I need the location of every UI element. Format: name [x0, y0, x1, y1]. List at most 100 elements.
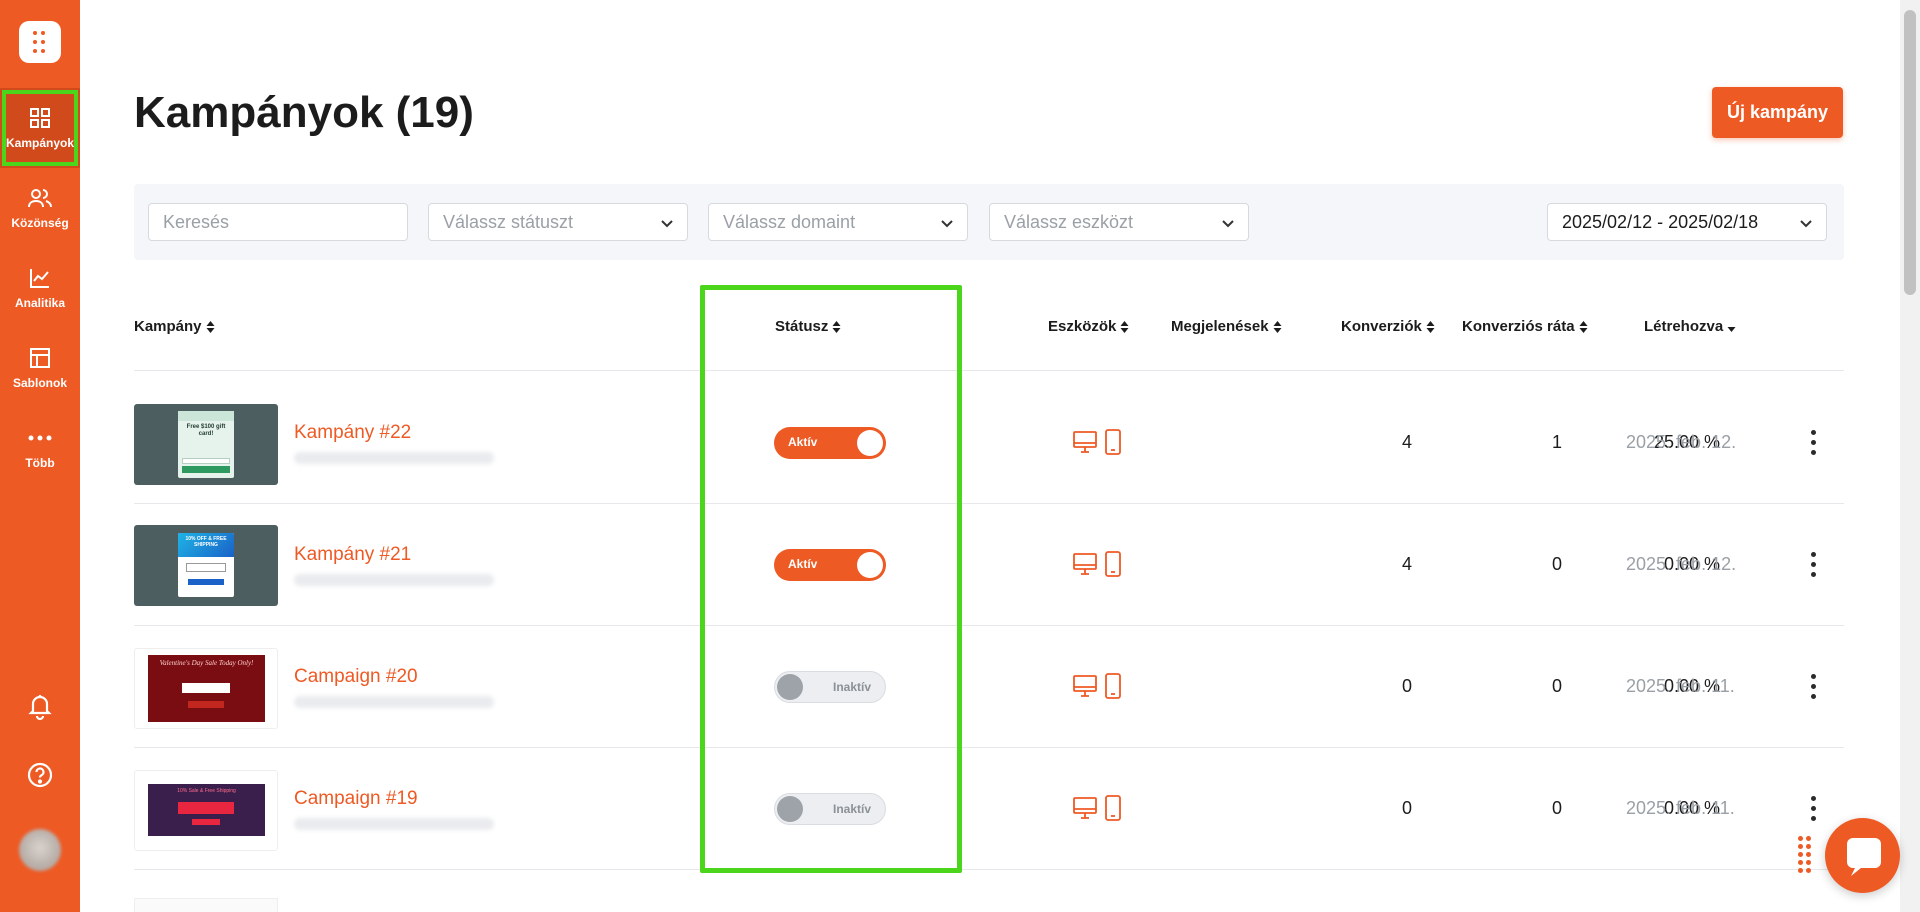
campaign-name-link[interactable]: Kampány #21 [294, 544, 411, 566]
sidebar-item-label: Közönség [11, 216, 69, 230]
desktop-icon [1073, 553, 1097, 575]
chevron-down-icon [941, 220, 953, 228]
sidebar-item-templates[interactable]: Sablonok [0, 328, 80, 408]
header-divider [134, 370, 1844, 371]
table-row: Free $100 gift card! Kampány #22 Aktív 4… [134, 382, 1844, 504]
campaign-thumbnail[interactable]: 10% Sale & Free Shipping [134, 770, 278, 851]
column-header-devices[interactable]: Eszközök [1048, 318, 1129, 335]
sidebar-item-audience[interactable]: Közönség [0, 168, 80, 248]
campaign-name-link[interactable]: Campaign #20 [294, 666, 418, 688]
sidebar-item-more[interactable]: Több [0, 408, 80, 488]
desktop-icon [1073, 797, 1097, 819]
sidebar-item-label: Analitika [14, 296, 65, 310]
date-range-select[interactable]: 2025/02/12 - 2025/02/18 [1547, 203, 1827, 241]
column-header-label: Kampány [134, 318, 202, 335]
chat-drag-handle[interactable] [1798, 836, 1814, 876]
row-menu-icon[interactable] [1806, 672, 1822, 702]
conversions-value: 0 [1551, 798, 1562, 818]
search-field [148, 203, 408, 241]
chart-line-icon [30, 269, 49, 288]
more-dots-icon [28, 435, 52, 441]
avatar[interactable] [19, 829, 61, 871]
impressions-value: 0 [1401, 798, 1412, 818]
impressions-value: 4 [1401, 432, 1412, 452]
grid-icon [30, 108, 50, 128]
campaign-thumbnail[interactable]: Valentine's Day Sale Today Only! [134, 648, 278, 729]
bell-icon[interactable] [24, 690, 56, 722]
device-icons [1072, 795, 1124, 826]
campaign-domain-blurred [294, 452, 494, 464]
campaign-thumbnail[interactable]: Free $100 gift card! [134, 404, 278, 485]
sort-icon [1579, 321, 1588, 334]
date-range-value: 2025/02/12 - 2025/02/18 [1562, 212, 1759, 232]
column-header-created[interactable]: Létrehozva [1644, 318, 1736, 335]
help-icon[interactable] [24, 759, 56, 791]
scrollbar-thumb[interactable] [1904, 10, 1916, 295]
impressions-value: 0 [1401, 676, 1412, 696]
sort-desc-icon [1727, 327, 1736, 333]
dots-logo-icon[interactable] [19, 21, 61, 63]
sidebar-item-label: Több [25, 456, 55, 470]
column-header-conversions[interactable]: Konverziók [1341, 318, 1435, 335]
chat-button[interactable] [1825, 818, 1900, 893]
sidebar-item-campaigns[interactable]: Kampányok [0, 88, 80, 168]
device-select[interactable]: Válassz eszközt [989, 203, 1249, 241]
search-input[interactable] [163, 212, 393, 233]
column-header-conversion-rate[interactable]: Konverziós ráta [1462, 318, 1588, 335]
campaign-name-link[interactable]: Kampány #22 [294, 422, 411, 444]
app-root: Kampányok Közönség Analitika Sablonok Tö… [0, 0, 1920, 912]
desktop-icon [1073, 431, 1097, 453]
table-row: Valentine's Day Sale Today Only! Campaig… [134, 626, 1844, 748]
row-menu-icon[interactable] [1806, 428, 1822, 458]
chevron-down-icon [1800, 220, 1812, 228]
campaign-name-link[interactable]: Campaign #19 [294, 788, 418, 810]
column-header-campaign[interactable]: Kampány [134, 318, 215, 335]
sidebar-item-label: Sablonok [12, 376, 67, 390]
sort-icon [1120, 321, 1129, 334]
column-header-impressions[interactable]: Megjelenések [1171, 318, 1282, 335]
conversions-value: 0 [1551, 554, 1562, 574]
campaign-thumbnail[interactable] [134, 898, 278, 912]
sort-icon [1273, 321, 1282, 334]
campaign-thumbnail[interactable]: 10% OFF & FREE SHIPPING [134, 525, 278, 606]
column-header-label: Konverziók [1341, 318, 1422, 335]
device-select-placeholder: Válassz eszközt [1004, 212, 1134, 232]
column-header-label: Konverziós ráta [1462, 318, 1575, 335]
desktop-icon [1073, 675, 1097, 697]
domain-select[interactable]: Válassz domaint [708, 203, 968, 241]
conversions-value: 0 [1551, 676, 1562, 696]
campaign-domain-blurred [294, 818, 494, 830]
new-campaign-button[interactable]: Új kampány [1712, 87, 1843, 138]
sidebar: Kampányok Közönség Analitika Sablonok Tö… [0, 0, 80, 912]
thumbnail-headline: 10% Sale & Free Shipping [177, 788, 236, 794]
device-icons [1072, 551, 1124, 582]
created-date: 2025. feb. 11. [1626, 676, 1735, 696]
created-date: 2025. feb. 12. [1626, 432, 1737, 452]
column-header-label: Eszközök [1048, 318, 1117, 335]
device-icons [1072, 429, 1124, 460]
sidebar-item-analytics[interactable]: Analitika [0, 248, 80, 328]
chevron-down-icon [661, 220, 673, 228]
conversions-value: 1 [1551, 432, 1562, 452]
row-menu-icon[interactable] [1806, 550, 1822, 580]
row-menu-icon[interactable] [1806, 794, 1822, 824]
filter-bar: Válassz státuszt Válassz domaint Válassz… [134, 184, 1844, 260]
table-row: 10% Sale & Free Shipping Campaign #19 In… [134, 748, 1844, 870]
impressions-value: 4 [1401, 554, 1412, 574]
mobile-icon [1105, 673, 1122, 699]
users-icon [28, 189, 52, 208]
chat-bubble-icon [1847, 838, 1881, 876]
mobile-icon [1105, 551, 1122, 577]
table-row: 10% OFF & FREE SHIPPING Kampány #21 Aktí… [134, 504, 1844, 626]
mobile-icon [1105, 795, 1122, 821]
thumbnail-headline: Valentine's Day Sale Today Only! [159, 659, 254, 667]
status-select[interactable]: Válassz státuszt [428, 203, 688, 241]
layout-icon [30, 348, 50, 368]
page-title: Kampányok (19) [134, 88, 474, 137]
column-header-label: Megjelenések [1171, 318, 1269, 335]
thumbnail-headline: Free $100 gift card! [186, 424, 226, 437]
column-header-label: Létrehozva [1644, 318, 1724, 335]
scrollbar[interactable] [1900, 0, 1920, 912]
status-column-highlight [700, 285, 962, 873]
campaign-domain-blurred [294, 696, 494, 708]
